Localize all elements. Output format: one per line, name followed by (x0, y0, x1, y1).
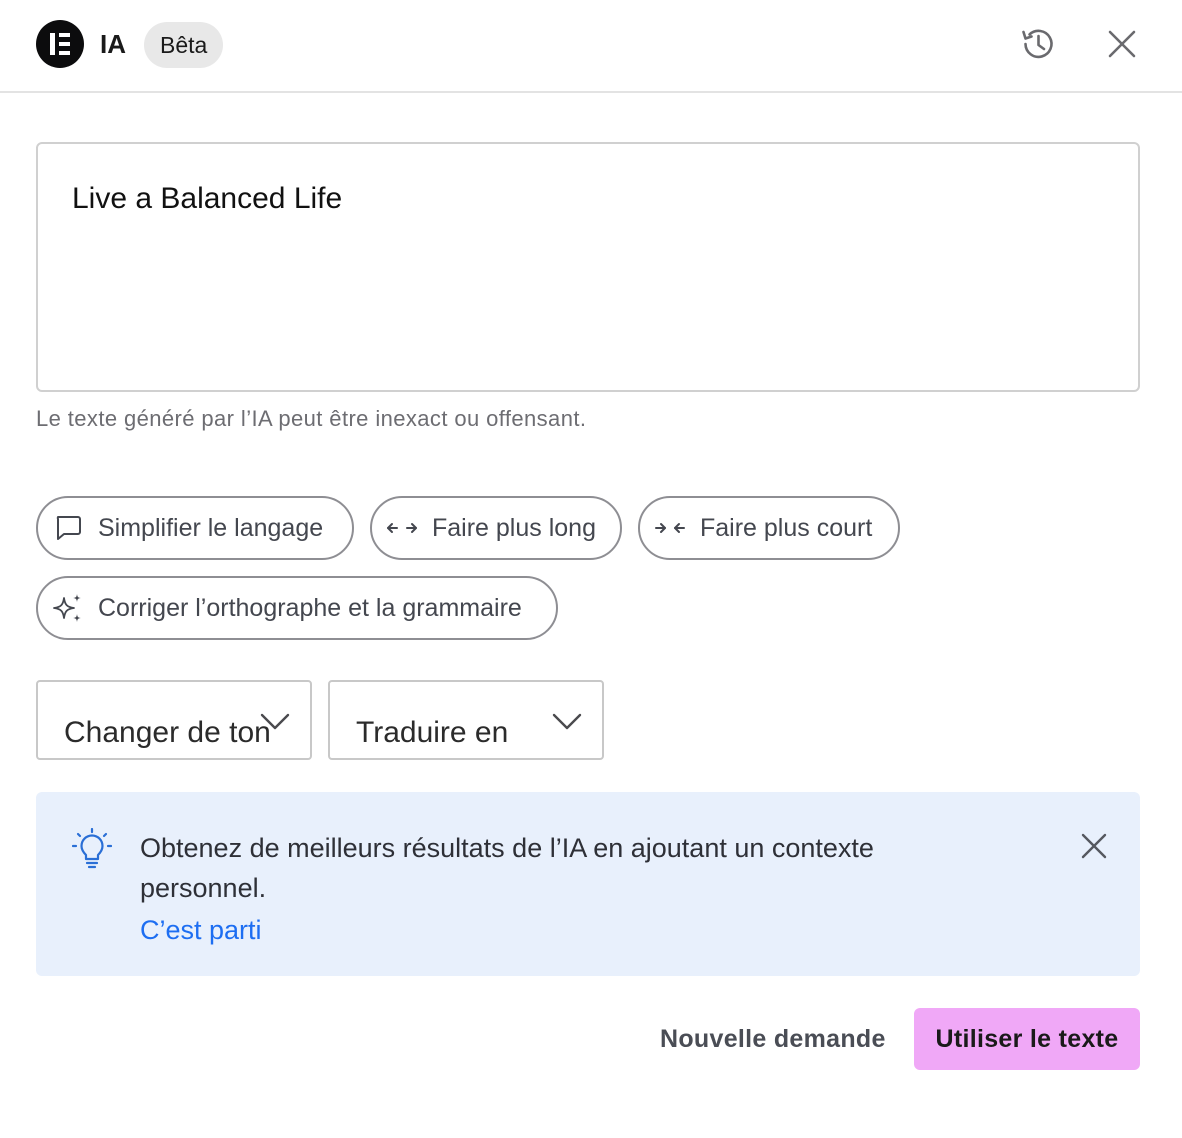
make-longer-button[interactable]: Faire plus long (370, 496, 622, 560)
shrink-arrows-icon (654, 512, 686, 544)
close-button[interactable] (1100, 22, 1144, 66)
chevron-down-icon (260, 713, 290, 730)
expand-arrows-icon (386, 512, 418, 544)
fix-spelling-grammar-label: Corriger l’orthographe et la grammaire (98, 593, 522, 622)
chevron-down-icon (552, 713, 582, 730)
make-shorter-label: Faire plus court (700, 513, 873, 542)
translate-value: Traduire en (356, 716, 509, 749)
result-textarea[interactable]: Live a Balanced Life (36, 142, 1140, 392)
change-tone-value: Changer de ton (64, 716, 271, 749)
dialog-header: IA Bêta (0, 0, 1182, 93)
change-tone-select[interactable]: Changer de ton (36, 680, 312, 760)
history-icon (1022, 29, 1053, 59)
speech-bubble-icon (52, 512, 84, 544)
use-text-button[interactable]: Utiliser le texte (914, 1008, 1140, 1070)
make-shorter-button[interactable]: Faire plus court (638, 496, 900, 560)
history-button[interactable] (1016, 22, 1060, 66)
translate-select[interactable]: Traduire en (328, 680, 604, 760)
beta-badge: Bêta (144, 22, 224, 68)
close-icon[interactable] (1078, 830, 1110, 862)
result-text: Live a Balanced Life (72, 182, 343, 215)
get-started-link[interactable]: C’est parti (140, 910, 262, 950)
new-request-button[interactable]: Nouvelle demande (642, 1008, 904, 1070)
lightbulb-icon (72, 828, 112, 869)
personal-context-banner: Obtenez de meilleurs résultats de l’IA e… (36, 792, 1140, 976)
make-longer-label: Faire plus long (432, 513, 596, 542)
ai-disclaimer: Le texte généré par l’IA peut être inexa… (36, 406, 587, 431)
app-title: IA (100, 29, 126, 59)
simplify-language-button[interactable]: Simplifier le langage (36, 496, 354, 560)
simplify-language-label: Simplifier le langage (98, 513, 324, 542)
fix-spelling-grammar-button[interactable]: Corriger l’orthographe et la grammaire (36, 576, 558, 640)
elementor-logo-icon (36, 20, 84, 68)
sparkles-icon (52, 592, 84, 624)
banner-message: Obtenez de meilleurs résultats de l’IA e… (140, 833, 874, 903)
close-icon (1108, 30, 1136, 58)
